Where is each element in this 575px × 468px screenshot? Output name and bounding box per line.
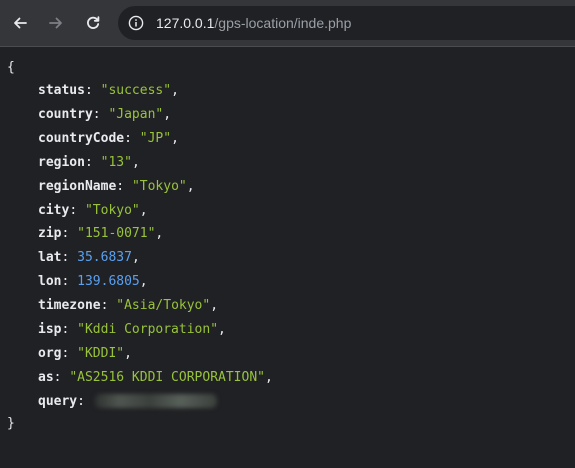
json-key: lat [38, 250, 62, 266]
arrow-right-icon [49, 17, 62, 29]
json-colon: : [61, 274, 78, 290]
json-entry: lon: 139.6805, [38, 271, 148, 293]
json-entry: region: "13", [38, 152, 140, 174]
json-string-value: "Tokyo" [84, 202, 140, 218]
json-comma: , [124, 345, 132, 361]
json-colon: : [77, 393, 93, 409]
json-comma: , [218, 322, 226, 337]
json-string-value: "13" [100, 154, 132, 170]
json-colon: : [124, 130, 140, 146]
json-entry: timezone: "Asia/Tokyo", [38, 295, 218, 317]
json-key: region [38, 154, 85, 170]
json-colon: : [116, 178, 132, 194]
json-comma: , [171, 130, 179, 146]
reload-icon [87, 16, 100, 29]
json-string-value: "Asia/Tokyo" [116, 298, 211, 314]
json-colon: : [61, 226, 78, 242]
json-entry: isp: "Kddi Corporation", [38, 319, 226, 341]
browser-toolbar: 127.0.0.1/gps-location/inde.php [0, 0, 575, 47]
json-string-value: "151-0071" [77, 226, 156, 242]
back-button[interactable] [6, 9, 34, 37]
json-string-value: "Japan" [108, 106, 164, 122]
json-comma: , [186, 178, 195, 194]
json-comma: , [171, 83, 179, 98]
json-key: timezone [38, 298, 101, 314]
json-colon: : [69, 202, 85, 218]
info-icon[interactable] [128, 15, 144, 31]
json-viewer: { status: "success", country: "Japan", cou… [0, 48, 575, 468]
json-string-value: "success" [100, 83, 172, 98]
json-comma: , [210, 298, 219, 314]
url-path: /gps-location/inde.php [214, 15, 352, 31]
json-entry: org: "KDDI", [38, 343, 132, 365]
json-comma: , [155, 226, 164, 242]
arrow-left-icon [14, 17, 27, 29]
json-key: regionName [38, 178, 117, 194]
json-entry: zip: "151-0071", [38, 223, 163, 245]
json-key: org [38, 345, 62, 361]
json-entry: country: "Japan", [38, 104, 171, 126]
address-bar[interactable]: 127.0.0.1/gps-location/inde.php [118, 6, 575, 40]
json-entry: city: "Tokyo", [38, 200, 148, 222]
json-colon: : [53, 369, 70, 385]
json-key: country [38, 106, 93, 122]
reload-button[interactable] [79, 9, 107, 37]
json-string-value: "JP" [139, 130, 172, 146]
json-open-brace: { [7, 60, 15, 75]
forward-button[interactable] [42, 9, 70, 37]
json-key: as [38, 369, 54, 385]
json-comma: , [131, 250, 140, 266]
json-key: lon [38, 274, 62, 290]
json-colon: : [84, 154, 101, 170]
json-colon: : [100, 298, 117, 314]
json-comma: , [163, 106, 172, 122]
json-entry: lat: 35.6837, [38, 247, 140, 269]
json-entry: countryCode: "JP", [38, 128, 179, 150]
json-string-value: "Kddi Corporation" [77, 322, 219, 337]
json-string-value: "KDDI" [77, 345, 125, 361]
json-number-value: 35.6837 [77, 250, 132, 266]
json-key: isp [38, 322, 62, 337]
json-comma: , [139, 202, 148, 218]
json-key: query [38, 393, 78, 409]
json-number-value: 139.6805 [77, 274, 140, 290]
json-string-value: "AS2516 KDDI CORPORATION" [69, 369, 265, 385]
json-entry: as: "AS2516 KDDI CORPORATION", [38, 367, 273, 389]
json-comma: , [264, 369, 273, 385]
json-string-value: "Tokyo" [131, 178, 187, 194]
json-colon: : [61, 250, 78, 266]
json-entry: regionName: "Tokyo", [38, 176, 195, 198]
json-colon: : [92, 106, 109, 122]
json-colon: : [61, 322, 78, 337]
url-host: 127.0.0.1 [156, 15, 215, 31]
json-colon: : [61, 345, 78, 361]
json-entry: status: "success", [38, 80, 179, 102]
redacted-value [94, 394, 217, 409]
json-entry: query: [38, 391, 217, 413]
json-key: city [38, 202, 70, 218]
json-key: countryCode [38, 130, 125, 146]
json-colon: : [84, 83, 101, 98]
json-key: status [38, 83, 85, 98]
json-comma: , [131, 154, 140, 170]
url-text[interactable]: 127.0.0.1/gps-location/inde.php [156, 6, 351, 40]
json-comma: , [139, 274, 148, 290]
json-close-brace: } [7, 416, 15, 431]
json-key: zip [38, 226, 62, 242]
